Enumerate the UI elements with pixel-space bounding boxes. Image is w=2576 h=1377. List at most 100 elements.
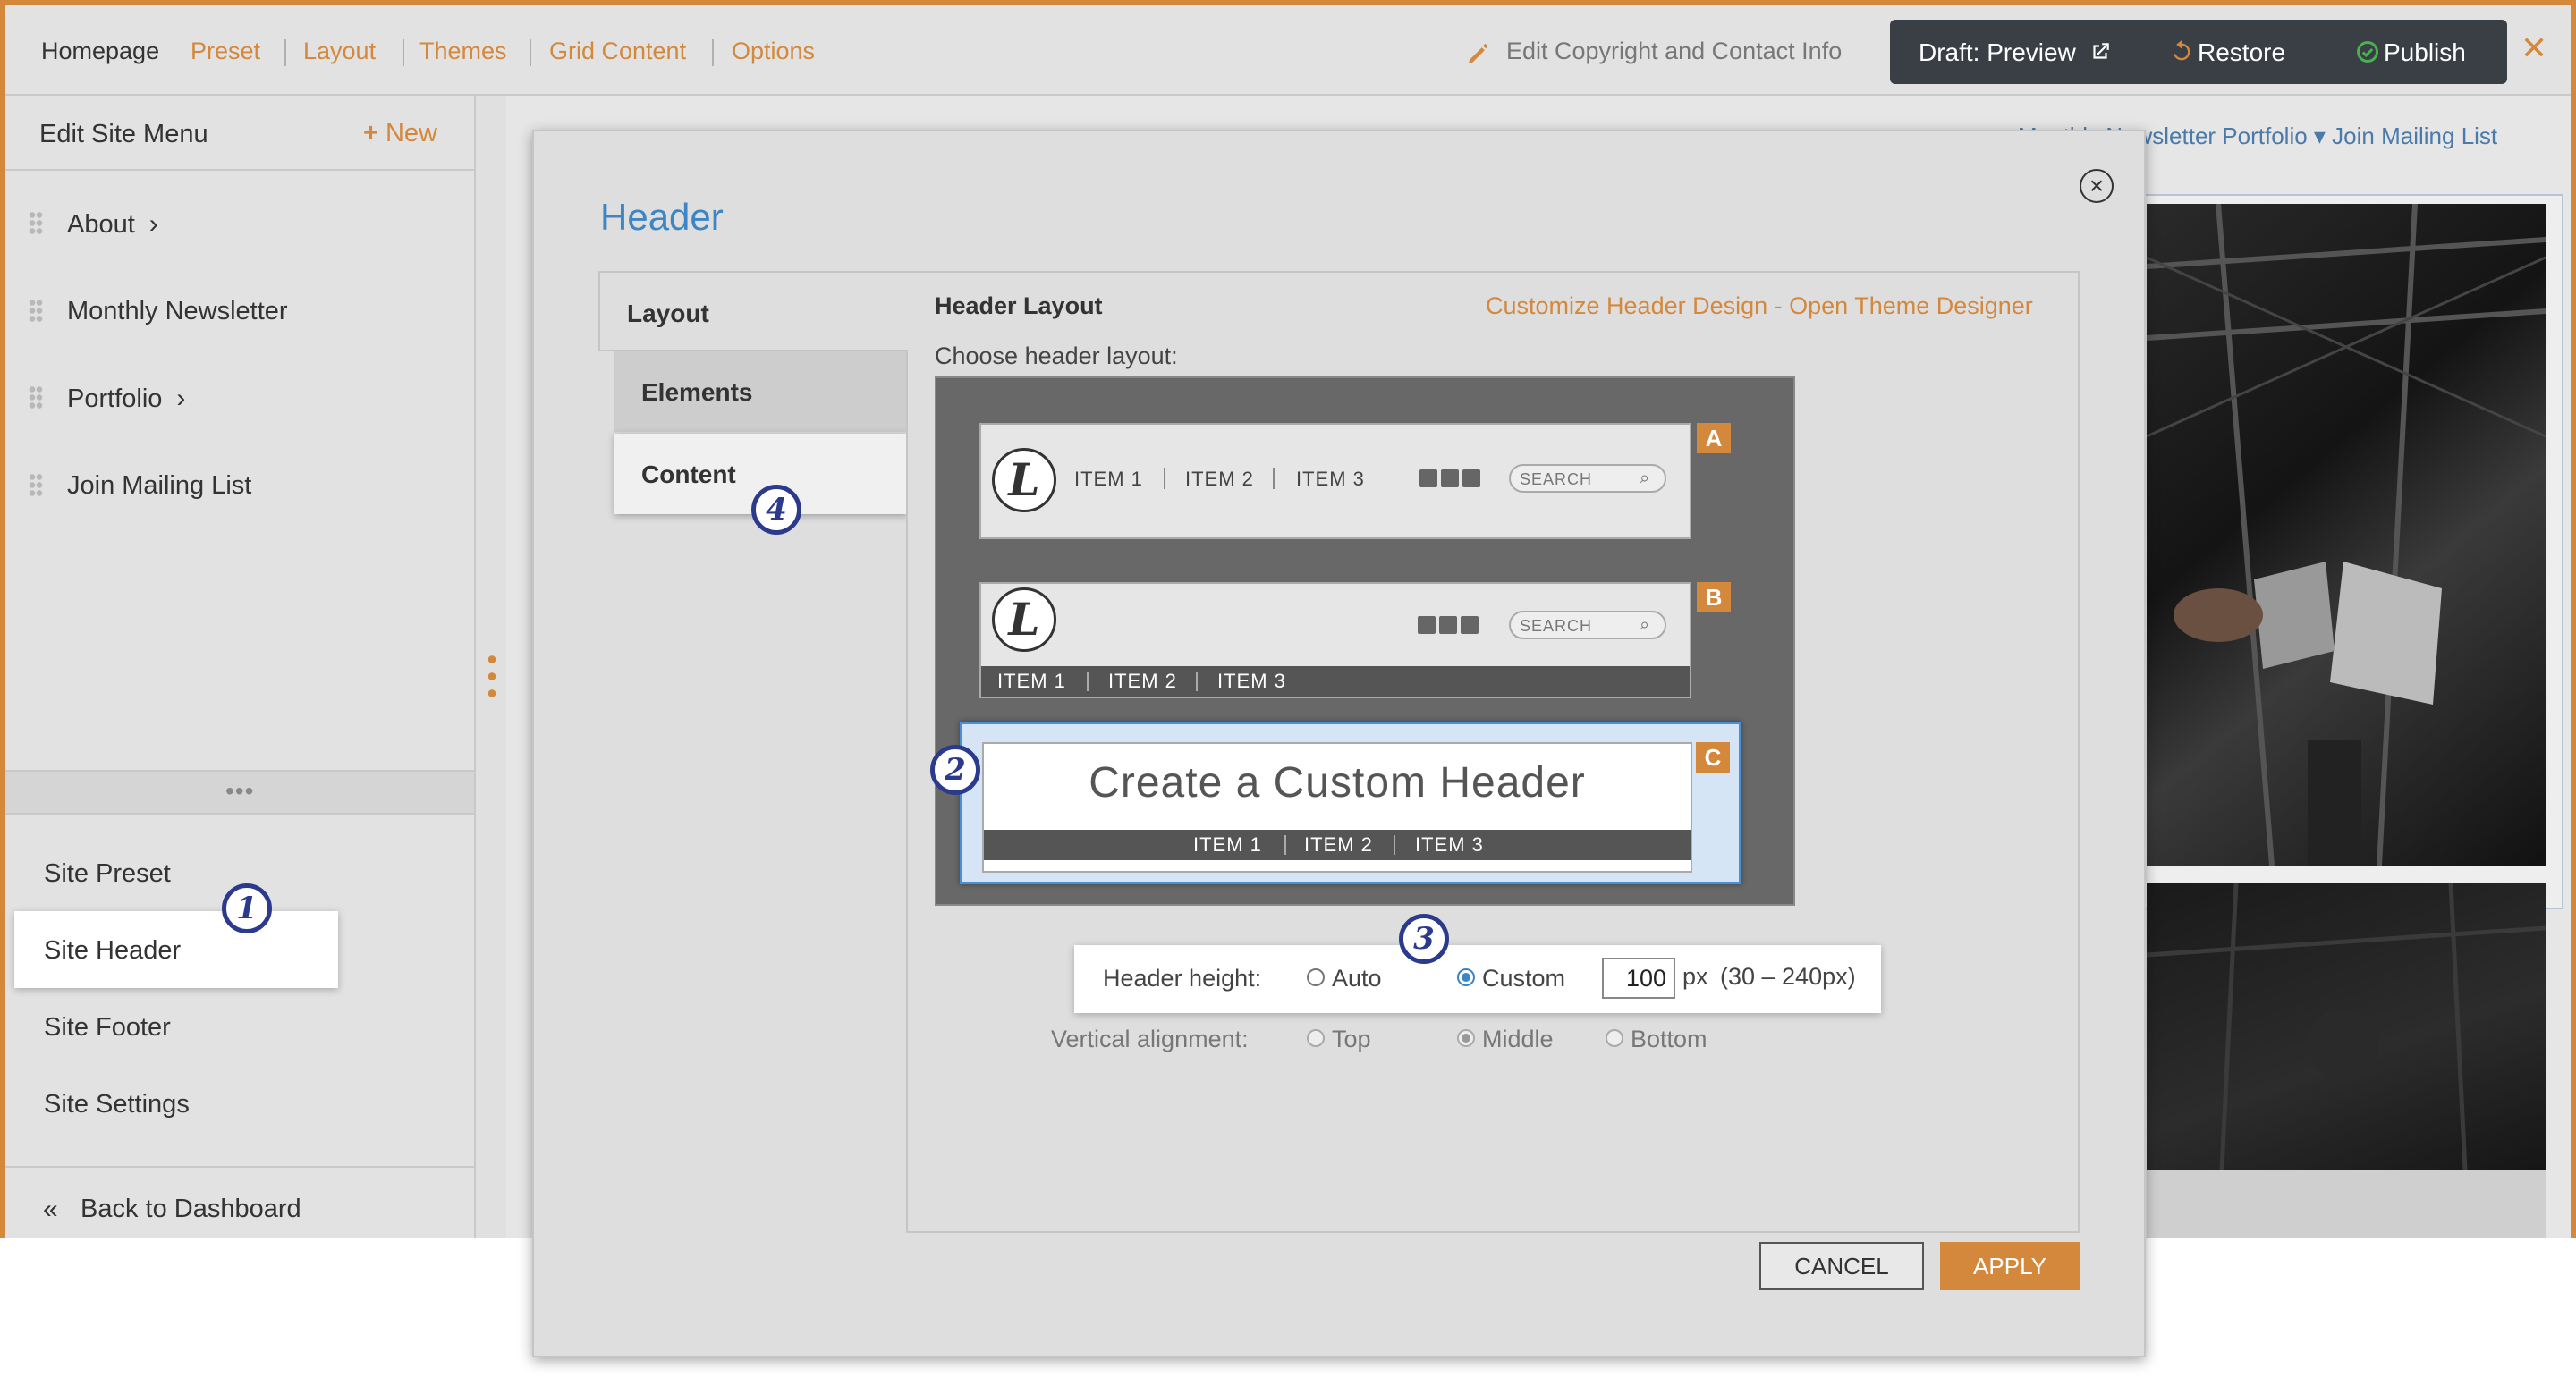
nav-separator: [402, 39, 404, 66]
vertical-alignment-row: Vertical alignment: Top Middle Bottom: [1051, 1022, 1856, 1058]
menu-item-monthly-newsletter[interactable]: Monthly Newsletter: [5, 270, 474, 351]
height-auto-radio[interactable]: [1307, 968, 1325, 986]
nav-preset[interactable]: Preset: [191, 38, 260, 65]
search-icon: ⌕: [1640, 469, 1650, 488]
drag-handle-icon[interactable]: [29, 473, 43, 496]
item-label: ITEM 3: [1217, 670, 1286, 692]
pencil-icon: [1468, 43, 1488, 64]
nav-layout[interactable]: Layout: [303, 38, 376, 65]
layout-option-a[interactable]: L ITEM 1 ITEM 2 ITEM 3 SEARCH ⌕: [979, 423, 1691, 539]
header-height-label: Header height:: [1103, 965, 1262, 992]
drag-handle-icon[interactable]: [29, 211, 43, 234]
menu-item-label: Portfolio: [67, 384, 163, 413]
valign-bottom-label: Bottom: [1631, 1026, 1707, 1052]
publish-actions: Draft: Preview Restore Publish: [1890, 20, 2507, 84]
nav-separator: [712, 39, 714, 66]
site-menu-panel: Edit Site Menu + New About › Monthly Newsl…: [5, 96, 476, 1238]
layout-option-c-selected[interactable]: Create a Custom Header ITEM 1 ITEM 2 ITE…: [960, 722, 1741, 884]
publish-button[interactable]: Publish: [2355, 38, 2466, 67]
panel-splitter[interactable]: •••: [5, 770, 474, 815]
valign-top-label: Top: [1332, 1026, 1371, 1052]
apply-button[interactable]: APPLY: [1940, 1242, 2080, 1290]
pinterest-icon: [1462, 469, 1480, 487]
new-page-label: New: [385, 119, 437, 148]
item-label: ITEM 2: [1108, 670, 1177, 692]
draft-preview-label: Draft: Preview: [1919, 38, 2076, 66]
valign-bottom-radio[interactable]: [1606, 1029, 1623, 1047]
step-marker-2: 2: [930, 745, 980, 795]
nav-separator: [530, 39, 531, 66]
tab-label: Layout: [627, 300, 709, 327]
site-item-label: Site Settings: [44, 1090, 190, 1119]
check-circle-icon: [2357, 41, 2378, 63]
nav-bar: ITEM 1 ITEM 2 ITEM 3: [984, 830, 1690, 860]
more-dots-icon: •••: [225, 777, 255, 805]
site-item-label: Site Header: [44, 936, 182, 965]
edit-copyright-label: Edit Copyright and Contact Info: [1506, 38, 1843, 64]
chevron-right-icon[interactable]: ›: [149, 209, 158, 239]
site-menu-title: Edit Site Menu: [39, 120, 208, 148]
layout-badge: C: [1696, 742, 1730, 773]
choose-layout-label: Choose header layout:: [935, 342, 1178, 369]
panel-resize-handle[interactable]: [488, 651, 496, 701]
custom-header-preview: Create a Custom Header ITEM 1 ITEM 2 ITE…: [982, 742, 1692, 873]
layout-badge: B: [1697, 582, 1731, 612]
valign-top-radio[interactable]: [1307, 1029, 1325, 1047]
item-separator: [1164, 468, 1165, 489]
item-label: ITEM 1: [997, 670, 1066, 692]
undo-icon: [2174, 40, 2190, 61]
height-custom-radio[interactable]: [1457, 968, 1475, 986]
cancel-button[interactable]: CANCEL: [1759, 1242, 1924, 1290]
header-height-row: Header height: Auto Custom 100 px (30 – …: [1074, 945, 1881, 1013]
drag-handle-icon[interactable]: [29, 299, 43, 322]
site-item-header[interactable]: Site Header: [14, 911, 338, 988]
search-icon: ⌕: [1640, 615, 1650, 635]
nav-homepage[interactable]: Homepage: [41, 38, 159, 65]
draft-preview-button[interactable]: Draft: Preview: [1919, 38, 2112, 67]
back-to-dashboard-link[interactable]: « Back to Dashboard: [5, 1166, 474, 1238]
close-editor-icon[interactable]: ✕: [2521, 32, 2547, 64]
tab-layout[interactable]: Layout: [598, 271, 908, 351]
new-page-button[interactable]: + New: [363, 119, 437, 148]
menu-item-label: Join Mailing List: [67, 471, 252, 500]
nav-options[interactable]: Options: [732, 38, 815, 65]
twitter-icon: [1439, 616, 1457, 634]
nav-themes[interactable]: Themes: [419, 38, 507, 65]
site-item-label: Site Preset: [44, 859, 171, 888]
step-marker-4: 4: [751, 485, 801, 535]
double-chevron-left-icon: «: [43, 1195, 58, 1224]
drag-handle-icon[interactable]: [29, 385, 43, 409]
menu-item-label: Monthly Newsletter: [67, 297, 288, 325]
custom-header-text: Create a Custom Header: [1089, 759, 1586, 807]
site-item-settings[interactable]: Site Settings: [5, 1065, 474, 1142]
chevron-right-icon[interactable]: ›: [176, 384, 185, 413]
plus-icon: +: [363, 119, 378, 148]
tab-elements[interactable]: Elements: [614, 351, 908, 432]
customize-header-link[interactable]: Customize Header Design - Open Theme Des…: [1486, 292, 2033, 320]
top-toolbar: Homepage Preset Layout Themes Grid Conte…: [5, 5, 2571, 96]
menu-item-join-mailing-list[interactable]: Join Mailing List: [5, 444, 474, 525]
header-height-input[interactable]: 100: [1602, 958, 1675, 999]
nav-grid-content[interactable]: Grid Content: [549, 38, 686, 65]
layout-option-b[interactable]: L SEARCH ⌕ ITEM 1 ITEM 2 ITEM 3: [979, 582, 1691, 698]
restore-label: Restore: [2198, 38, 2286, 66]
header-layout-gallery: L ITEM 1 ITEM 2 ITEM 3 SEARCH ⌕ A L SEARC…: [935, 376, 1795, 906]
concert-photo: [2147, 204, 2546, 866]
step-marker-3: 3: [1399, 914, 1449, 964]
menu-item-about[interactable]: About ›: [5, 182, 474, 263]
publish-label: Publish: [2384, 38, 2466, 66]
menu-item-portfolio[interactable]: Portfolio ›: [5, 357, 474, 437]
valign-middle-radio[interactable]: [1457, 1029, 1475, 1047]
header-settings-dialog: Header × Layout Elements Content Header …: [532, 130, 2146, 1357]
search-box: SEARCH ⌕: [1509, 611, 1666, 639]
nav-separator: [284, 39, 286, 66]
restore-button[interactable]: Restore: [2169, 38, 2285, 67]
close-dialog-icon[interactable]: ×: [2080, 169, 2114, 203]
item-separator: [1196, 672, 1198, 691]
external-link-icon: [2093, 43, 2109, 59]
facebook-icon: [1419, 469, 1437, 487]
item-label: ITEM 1: [1074, 468, 1143, 490]
facebook-icon: [1418, 616, 1436, 634]
site-item-footer[interactable]: Site Footer: [5, 988, 474, 1065]
logo-icon: L: [992, 587, 1056, 652]
